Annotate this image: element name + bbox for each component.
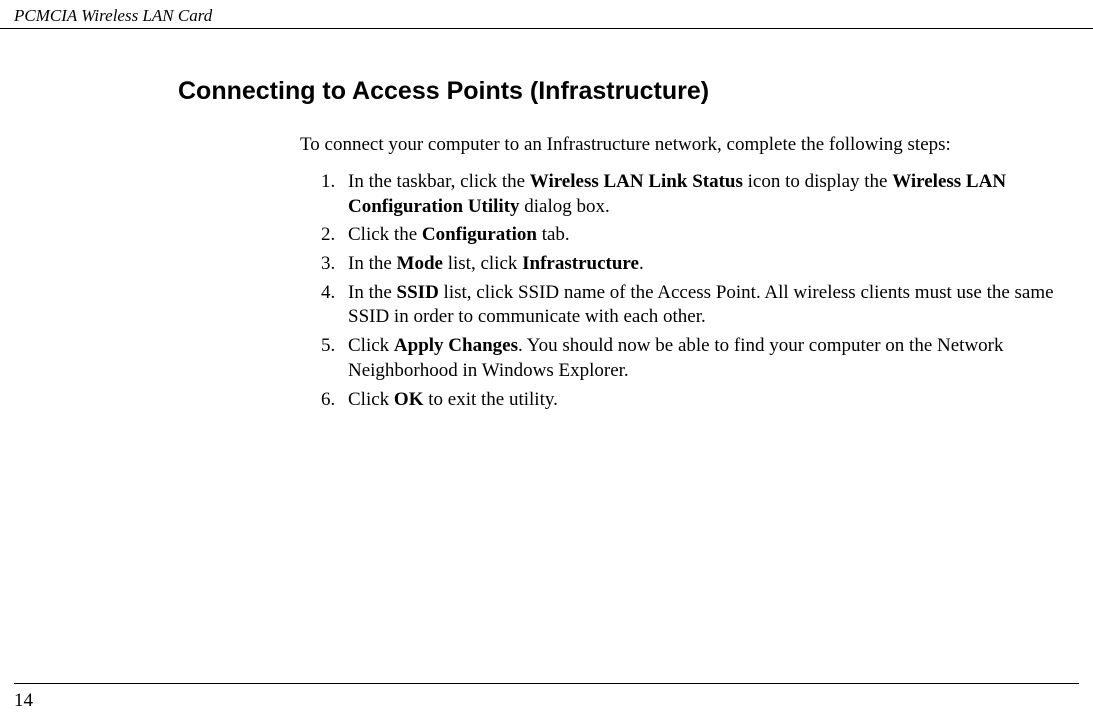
page-footer: 14 — [14, 683, 1079, 712]
step-2: Click the Configuration tab. — [340, 223, 1079, 248]
bold-text: Apply Changes — [394, 335, 518, 356]
bold-text: Configuration — [422, 224, 537, 245]
text: tab. — [537, 224, 570, 245]
steps-list: In the taskbar, click the Wireless LAN L… — [300, 170, 1079, 412]
text: Click — [348, 389, 394, 410]
text: list, click SSID name of the Access Poin… — [348, 282, 1054, 328]
step-5: Click Apply Changes. You should now be a… — [340, 334, 1079, 383]
step-3: In the Mode list, click Infrastructure. — [340, 252, 1079, 277]
text: list, click — [443, 253, 522, 274]
bold-text: SSID — [397, 282, 439, 303]
bold-text: Infrastructure — [522, 253, 639, 274]
text: icon to display the — [743, 171, 892, 192]
page-number: 14 — [14, 690, 33, 711]
page-content: Connecting to Access Points (Infrastruct… — [0, 29, 1093, 412]
bold-text: Wireless LAN Link Status — [530, 171, 743, 192]
step-1: In the taskbar, click the Wireless LAN L… — [340, 170, 1079, 219]
bold-text: OK — [394, 389, 424, 410]
bold-text: Mode — [397, 253, 443, 274]
text: Click the — [348, 224, 422, 245]
text: . — [639, 253, 644, 274]
text: to exit the utility. — [423, 389, 557, 410]
section-title: Connecting to Access Points (Infrastruct… — [178, 77, 1079, 106]
text: Click — [348, 335, 394, 356]
text: In the — [348, 253, 397, 274]
step-6: Click OK to exit the utility. — [340, 388, 1079, 413]
text: In the — [348, 282, 397, 303]
intro-paragraph: To connect your computer to an Infrastru… — [300, 134, 1079, 156]
text: In the taskbar, click the — [348, 171, 530, 192]
text: dialog box. — [520, 196, 610, 217]
page-header: PCMCIA Wireless LAN Card — [0, 0, 1093, 29]
step-4: In the SSID list, click SSID name of the… — [340, 281, 1079, 330]
